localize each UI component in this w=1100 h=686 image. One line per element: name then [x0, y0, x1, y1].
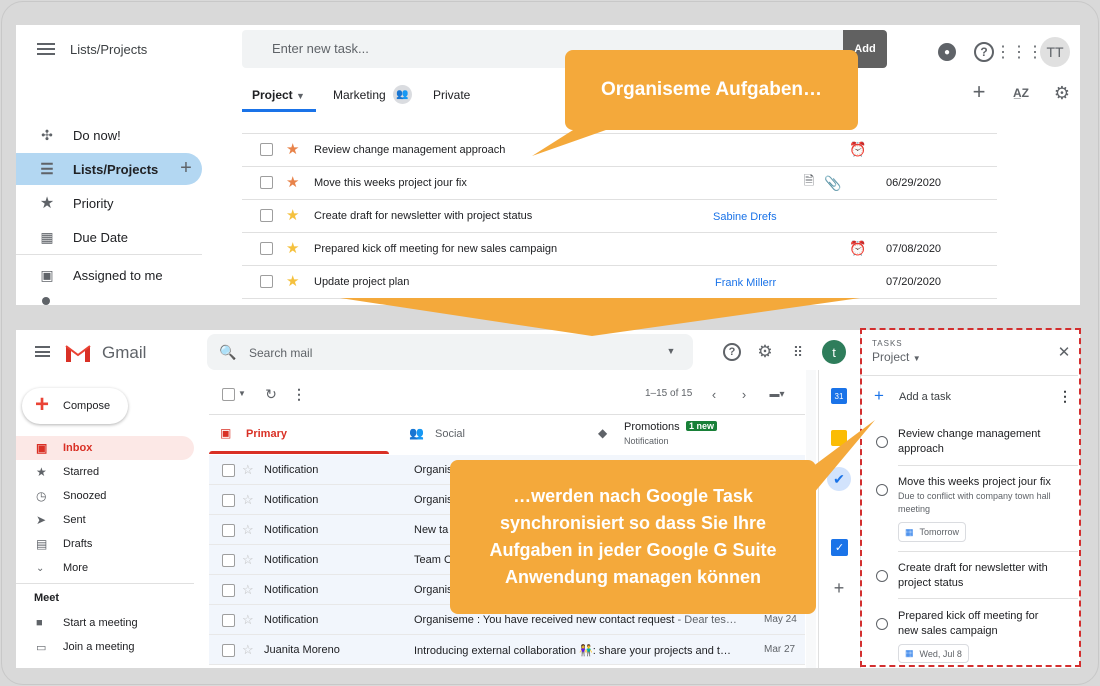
bottom-callout-pointer — [808, 420, 875, 500]
sync-arrow — [340, 298, 860, 336]
callout-organiseme: Organiseme Aufgaben… — [565, 50, 858, 130]
callout-google-tasks-sync: …werden nach Google Task synchronisiert … — [450, 460, 816, 614]
